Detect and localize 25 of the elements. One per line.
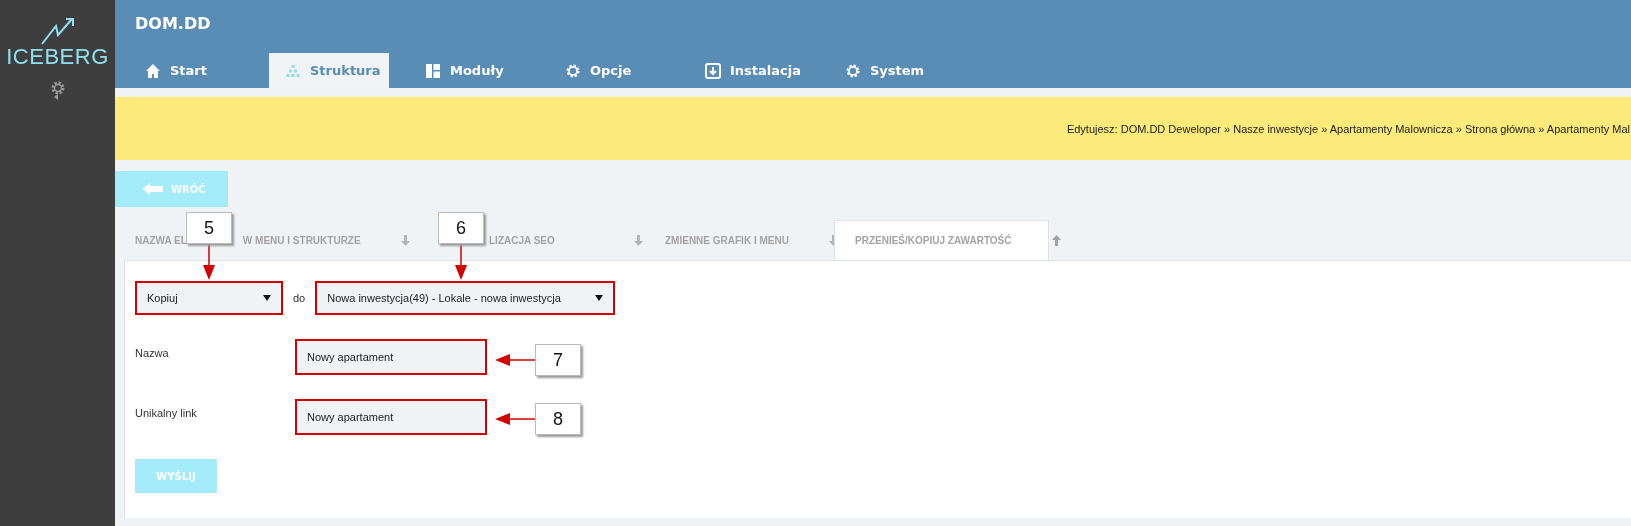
target-select[interactable]: Nowa inwestycja(49) - Lokale - nowa inwestycja (315, 281, 616, 315)
callout-number: 5 (186, 212, 232, 244)
tab-label: W MENU I STRUKTURZE (242, 235, 361, 246)
tab-label: PRZENIEŚ/KOPIUJ ZAWARTOŚĆ (855, 235, 1012, 246)
breadcrumb: Edytujesz: DOM.DD Deweloper » Nasze inwestycje » Apartamenty Malownicza » Strona główna » Apartamenty Mal (1066, 122, 1630, 135)
callout-number: 8 (535, 403, 581, 435)
site-title: DOM.DD (134, 13, 212, 33)
action-select[interactable]: Kopiuj (135, 281, 283, 315)
input-field[interactable]: Nowy apartament (295, 399, 487, 435)
callout-number: 6 (438, 212, 484, 244)
nav-tab[interactable]: System (829, 53, 949, 88)
tab-label: NAZWA EL (135, 235, 187, 246)
nav-tab[interactable]: Instalacja (689, 53, 809, 88)
nav-tab[interactable]: Opcje (549, 53, 669, 88)
field-label: Nazwa (135, 346, 170, 361)
tab-label: LIZACJA SEO (489, 235, 555, 246)
field-label: Unikalny link (135, 406, 198, 421)
nav-tab[interactable]: Struktura (269, 53, 389, 88)
logo-text: ICEBERG (6, 44, 109, 70)
nav-tab[interactable]: Moduły (409, 53, 529, 88)
tab-label: ZMIENNE GRAFIK I MENU (665, 235, 789, 246)
connector-text: do (293, 292, 306, 304)
input-field[interactable]: Nowy apartament (295, 339, 487, 375)
nav-tab[interactable]: Start (129, 53, 249, 88)
callout-number: 7 (535, 344, 581, 376)
